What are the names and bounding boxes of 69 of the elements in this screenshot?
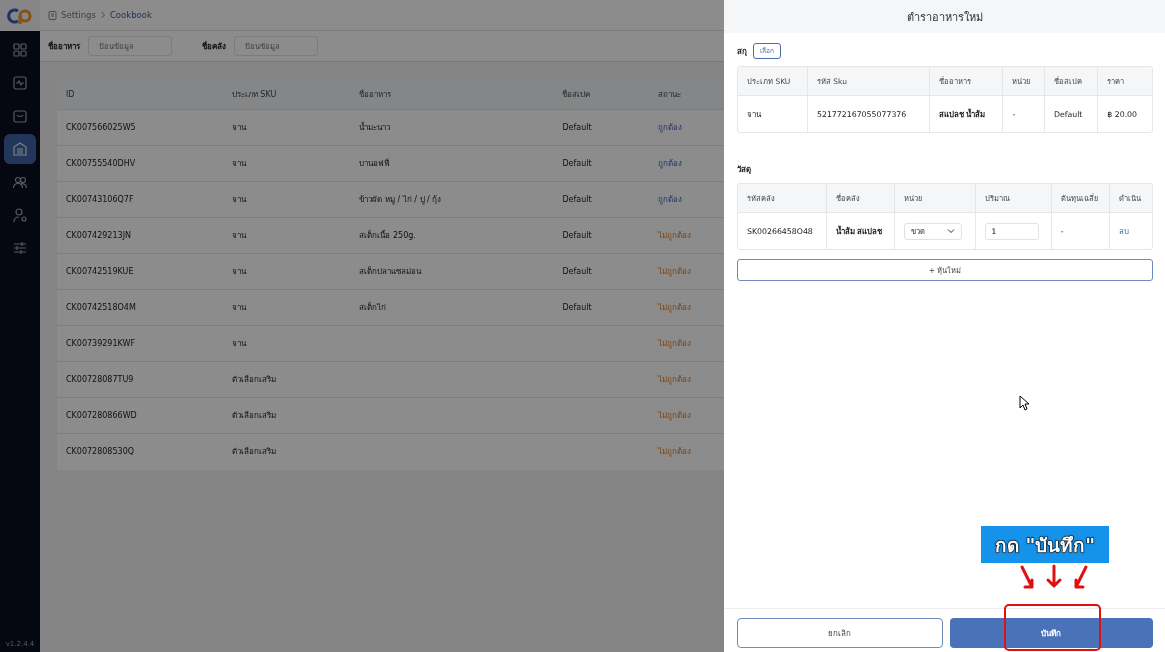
table-cell: CK00742519KUE: [66, 267, 134, 276]
clipboard-icon: [48, 10, 57, 20]
table-cell: CK007429213JN: [66, 231, 131, 240]
column-header: ประเภท SKU: [230, 80, 359, 110]
table-cell: น้ำมะนาว: [359, 123, 391, 132]
column-header: ID: [57, 80, 231, 110]
table-cell: CK00755540DHV: [66, 159, 136, 168]
filter-label: ชื่อคลัง: [202, 40, 226, 53]
table-cell: CK00728087TU9: [66, 375, 134, 384]
status-label: ไม่ถูกต้อง: [658, 231, 692, 240]
table-cell: สเต็กปลาแซลม่อน: [359, 267, 422, 276]
table-cell: Default: [562, 159, 592, 168]
bag-icon: [12, 108, 28, 124]
status-label: ไม่ถูกต้อง: [658, 411, 692, 420]
drawer-title: ตำราอาหารใหม่: [906, 9, 983, 26]
cursor-icon: [1019, 395, 1030, 411]
table-cell: CK00743106Q7F: [66, 195, 134, 204]
table-cell: จาน: [231, 339, 246, 348]
table-cell: Default: [562, 303, 592, 312]
column-header: ชื่อสเปค: [561, 80, 658, 110]
chevron-icon: [99, 11, 106, 19]
table-cell: CK00742518O4M: [66, 303, 136, 312]
cancel-button[interactable]: ยกเลิก: [737, 618, 943, 648]
table-cell: จาน: [231, 195, 246, 204]
save-button[interactable]: บันทึก: [949, 618, 1153, 648]
table-cell: สเต็กไก่: [359, 303, 387, 312]
status-label: ไม่ถูกต้อง: [658, 375, 692, 384]
table-cell: CK0072808530Q: [66, 447, 135, 457]
table-cell: CK00739291KWF: [66, 339, 136, 348]
table-cell: ตัวเลือกเสริม: [231, 411, 276, 420]
section-label: วัสดุ: [737, 164, 751, 176]
column-header: ชื่ออาหาร: [358, 80, 562, 110]
section-label: สกุ: [737, 45, 747, 58]
users-icon: [12, 174, 28, 190]
annotation-label: กด "บันทึก": [981, 526, 1109, 563]
table-cell: Default: [562, 195, 592, 204]
grid-icon: [12, 42, 28, 58]
column-header: สถานะ: [657, 80, 724, 110]
status-label: ไม่ถูกต้อง: [658, 447, 692, 457]
table-cell: Default: [562, 267, 592, 276]
table-cell: Default: [562, 231, 592, 240]
table-cell: ตัวเลือกเสริม: [231, 375, 276, 384]
table-cell: CK007566025W5: [66, 123, 136, 132]
table-cell: Default: [562, 123, 592, 132]
logo-icon: [7, 6, 33, 25]
status-label: ไม่ถูกต้อง: [658, 303, 692, 312]
chevron-down-icon: [947, 228, 956, 234]
breadcrumb-link[interactable]: Cookbook: [109, 10, 152, 20]
table-cell: สเต็กเนื้อ 250g.: [359, 231, 416, 240]
table-cell: ตัวเลือกเสริม: [231, 447, 276, 457]
pulse-icon: [12, 75, 28, 91]
table-cell: จาน: [231, 303, 246, 312]
status-label: ถูกต้อง: [658, 123, 683, 132]
table-cell: จาน: [231, 231, 246, 240]
sliders-icon: [12, 240, 28, 256]
table-cell: จาน: [231, 123, 246, 132]
sidebar-item[interactable]: [4, 134, 36, 164]
filter-label: ชื่ออาหาร: [48, 40, 80, 53]
status-label: ไม่ถูกต้อง: [658, 339, 692, 348]
table-cell: CK007280866WD: [66, 411, 137, 420]
user-gear-icon: [12, 207, 28, 223]
status-label: ถูกต้อง: [658, 159, 683, 168]
warehouse-icon: [12, 141, 28, 157]
table-cell: จาน: [231, 267, 246, 276]
table-cell: บานอฟฟี่: [359, 159, 391, 168]
table-cell: ข้าวผัด หมู / ไก่ / ปู / กุ้ง: [359, 195, 442, 204]
status-label: ไม่ถูกต้อง: [658, 267, 692, 276]
table-cell: จาน: [231, 159, 246, 168]
status-label: ถูกต้อง: [658, 195, 683, 204]
